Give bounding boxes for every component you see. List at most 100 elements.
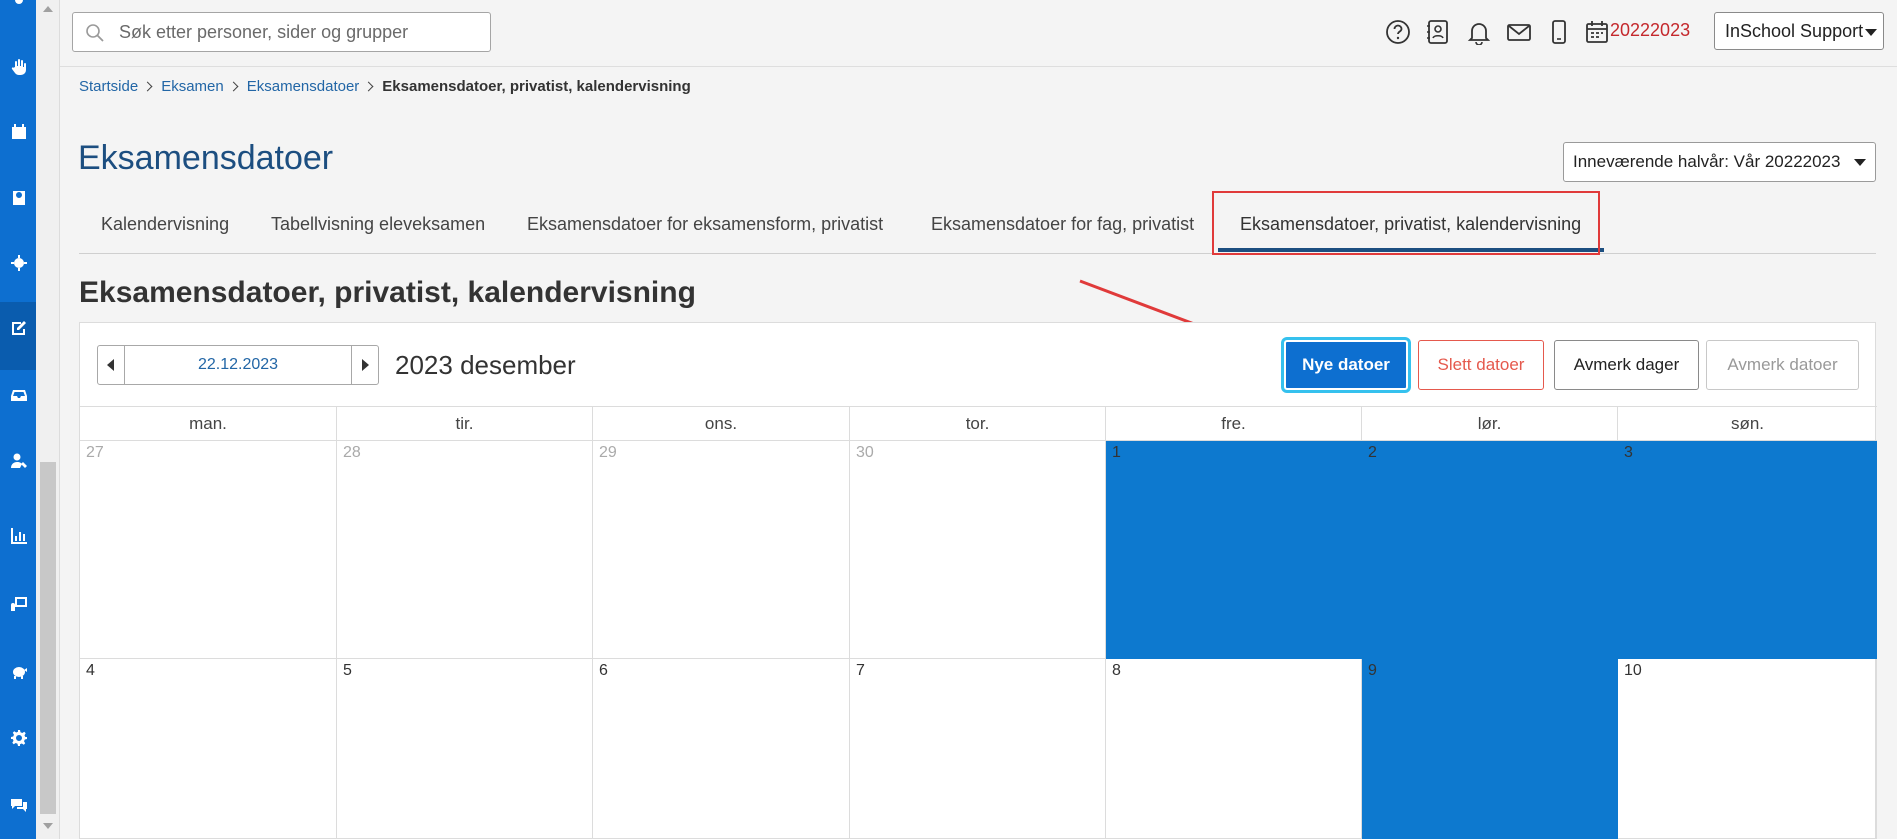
chevron-right-icon — [142, 81, 153, 92]
scroll-down-icon[interactable] — [43, 823, 53, 829]
date-input[interactable] — [126, 346, 350, 384]
chevron-down-icon — [1865, 29, 1877, 36]
calendar-day-cell[interactable]: 9 — [1362, 659, 1618, 839]
chart-icon[interactable] — [10, 527, 28, 545]
tab-eksamensform-privatist[interactable]: Eksamensdatoer for eksamensform, privati… — [527, 214, 883, 235]
mark-days-button[interactable]: Avmerk dager — [1554, 340, 1699, 390]
chevron-right-icon — [228, 81, 239, 92]
vertical-scrollbar[interactable] — [36, 0, 60, 839]
previous-month-button[interactable] — [98, 346, 125, 384]
user-menu-button[interactable]: InSchool Support — [1714, 12, 1884, 50]
exam-edit-icon[interactable] — [10, 319, 28, 337]
calendar-day-number: 4 — [86, 662, 95, 679]
bell-icon[interactable] — [1466, 19, 1492, 46]
calendar-day-cell[interactable]: 30 — [850, 441, 1106, 659]
calendar-day-cell[interactable]: 27 — [80, 441, 337, 659]
section-title: Eksamensdatoer, privatist, kalendervisni… — [79, 276, 696, 309]
calendar-day-number: 30 — [856, 444, 874, 461]
calendar-day-cell[interactable]: 5 — [337, 659, 593, 839]
hand-icon[interactable] — [10, 58, 28, 76]
search-box[interactable] — [72, 12, 491, 52]
search-icon — [86, 24, 104, 42]
calendar-day-cell[interactable]: 29 — [593, 441, 850, 659]
tab-kalendervisning[interactable]: Kalendervisning — [101, 214, 229, 235]
left-nav-rail — [0, 0, 36, 839]
mark-dates-button[interactable]: Avmerk datoer — [1706, 340, 1859, 390]
semester-select[interactable]: Inneværende halvår: Vår 20222023 — [1563, 142, 1876, 182]
weekday-header: ons. — [593, 407, 850, 441]
semester-select-value: Inneværende halvår: Vår 20222023 — [1573, 152, 1841, 171]
weekday-header: man. — [80, 407, 337, 441]
calendar-day-number: 10 — [1624, 662, 1642, 679]
inbox-icon[interactable] — [10, 385, 28, 403]
weekday-header-row: man. tir. ons. tor. fre. lør. søn. — [80, 407, 1877, 441]
chevron-right-icon — [363, 81, 374, 92]
calendar-day-number: 2 — [1368, 444, 1377, 461]
weekday-header: tir. — [337, 407, 593, 441]
virus-icon[interactable] — [10, 254, 28, 272]
weekday-header: fre. — [1106, 407, 1362, 441]
calendar-toolbar: 2023 desember Nye datoer Slett datoer Av… — [80, 323, 1877, 407]
tab-bar: Kalendervisning Tabellvisning eleveksame… — [79, 200, 1876, 254]
breadcrumb-link-eksamensdatoer[interactable]: Eksamensdatoer — [247, 78, 360, 95]
help-icon[interactable] — [1385, 19, 1411, 45]
caret-right-icon — [362, 359, 369, 371]
calendar-icon[interactable] — [1584, 19, 1610, 45]
new-dates-button[interactable]: Nye datoer — [1284, 340, 1408, 390]
calendar-day-cell[interactable]: 7 — [850, 659, 1106, 839]
calendar-day-cell[interactable]: 6 — [593, 659, 850, 839]
scroll-thumb[interactable] — [40, 462, 56, 814]
user-menu-label: InSchool Support — [1725, 21, 1864, 41]
breadcrumb: Startside Eksamen Eksamensdatoer Eksamen… — [79, 78, 691, 95]
chat-icon[interactable] — [10, 796, 28, 814]
date-picker — [97, 345, 379, 385]
calendar-day-number: 28 — [343, 444, 361, 461]
calendar-day-cell[interactable]: 8 — [1106, 659, 1362, 839]
user-admin-icon[interactable] — [10, 452, 28, 470]
tab-fag-privatist[interactable]: Eksamensdatoer for fag, privatist — [931, 214, 1194, 235]
calendar-day-cell[interactable]: 28 — [337, 441, 593, 659]
calendar-day-cell[interactable]: 4 — [80, 659, 337, 839]
tab-tabellvisning-eleveksamen[interactable]: Tabellvisning eleveksamen — [271, 214, 485, 235]
scroll-up-icon[interactable] — [43, 6, 53, 12]
calendar-panel: 2023 desember Nye datoer Slett datoer Av… — [79, 322, 1877, 839]
breadcrumb-link-startside[interactable]: Startside — [79, 78, 138, 95]
calendar-day-number: 6 — [599, 662, 608, 679]
person-raise-icon[interactable] — [10, 0, 28, 12]
calendar-day-number: 27 — [86, 444, 104, 461]
delete-dates-button[interactable]: Slett datoer — [1418, 340, 1544, 390]
calendar-day-number: 5 — [343, 662, 352, 679]
contacts-icon[interactable] — [1425, 19, 1451, 45]
phone-icon[interactable] — [1546, 19, 1572, 45]
month-label: 2023 desember — [395, 350, 576, 380]
page-title: Eksamensdatoer — [78, 139, 334, 177]
presentation-icon[interactable] — [10, 595, 28, 613]
search-input[interactable] — [119, 21, 479, 43]
calendar-day-cell[interactable]: 3 — [1618, 441, 1877, 659]
breadcrumb-link-eksamen[interactable]: Eksamen — [161, 78, 224, 95]
piggy-bank-icon[interactable] — [10, 662, 28, 680]
student-book-icon[interactable] — [10, 189, 28, 207]
calendar-day-number: 29 — [599, 444, 617, 461]
calendar-day-number: 3 — [1624, 444, 1633, 461]
caret-left-icon — [107, 359, 114, 371]
weekday-header: tor. — [850, 407, 1106, 441]
annotation-highlight-box — [1212, 191, 1600, 255]
calendar-day-number: 9 — [1368, 662, 1377, 679]
calendar-day-cell[interactable]: 10 — [1618, 659, 1877, 839]
top-header: 20222023 InSchool Support — [60, 0, 1897, 67]
gear-icon[interactable] — [10, 729, 28, 747]
breadcrumb-current: Eksamensdatoer, privatist, kalendervisni… — [382, 78, 691, 95]
calendar-day-cell[interactable]: 1 — [1106, 441, 1362, 659]
calendar-icon[interactable] — [10, 123, 28, 141]
weekday-header: søn. — [1730, 414, 1765, 433]
next-month-button[interactable] — [351, 346, 378, 384]
school-year-label[interactable]: 20222023 — [1610, 20, 1690, 41]
calendar-day-number: 7 — [856, 662, 865, 679]
calendar-day-number: 8 — [1112, 662, 1121, 679]
calendar-day-number: 1 — [1112, 444, 1121, 461]
chevron-down-icon — [1854, 159, 1866, 166]
weekday-header: lør. — [1362, 407, 1618, 441]
calendar-day-cell[interactable]: 2 — [1362, 441, 1618, 659]
mail-icon[interactable] — [1506, 19, 1532, 45]
